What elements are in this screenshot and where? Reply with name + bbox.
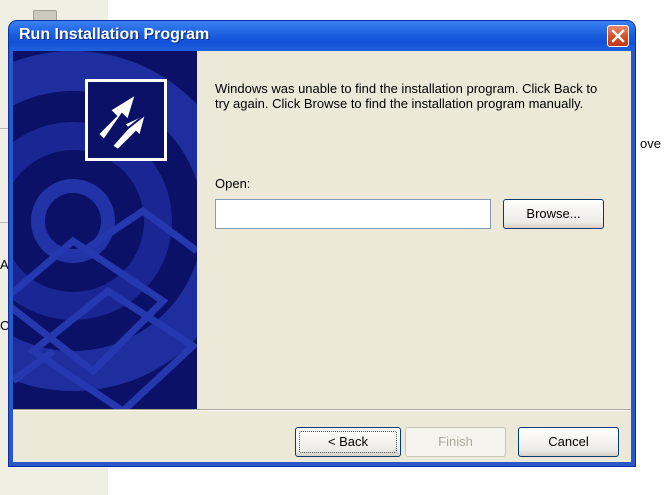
background-divider	[0, 128, 9, 129]
background-divider	[0, 222, 9, 223]
install-arrow-icon	[85, 79, 167, 161]
close-icon	[611, 29, 625, 43]
cancel-button[interactable]: Cancel	[518, 427, 619, 457]
footer-separator	[13, 409, 631, 411]
instruction-message: Windows was unable to find the installat…	[215, 81, 598, 111]
background-text-fragment: A	[0, 257, 9, 272]
open-label: Open:	[215, 176, 251, 191]
wizard-art-panel	[13, 51, 197, 409]
background-text-fragment: ove	[640, 136, 661, 151]
dialog-client-area: Windows was unable to find the installat…	[13, 51, 631, 462]
browse-button[interactable]: Browse...	[503, 199, 604, 229]
close-button[interactable]	[607, 25, 629, 47]
title-bar[interactable]: Run Installation Program	[9, 21, 635, 51]
background-text-fragment: C	[0, 318, 10, 333]
dialog-title: Run Installation Program	[19, 26, 210, 43]
open-path-input[interactable]	[215, 199, 491, 229]
back-button[interactable]: < Back	[295, 427, 401, 457]
finish-button[interactable]: Finish	[405, 427, 506, 457]
run-installation-dialog: Run Installation Program Windows was una…	[9, 21, 635, 466]
wizard-content-panel: Windows was unable to find the installat…	[197, 51, 631, 409]
focus-rectangle	[299, 431, 397, 453]
